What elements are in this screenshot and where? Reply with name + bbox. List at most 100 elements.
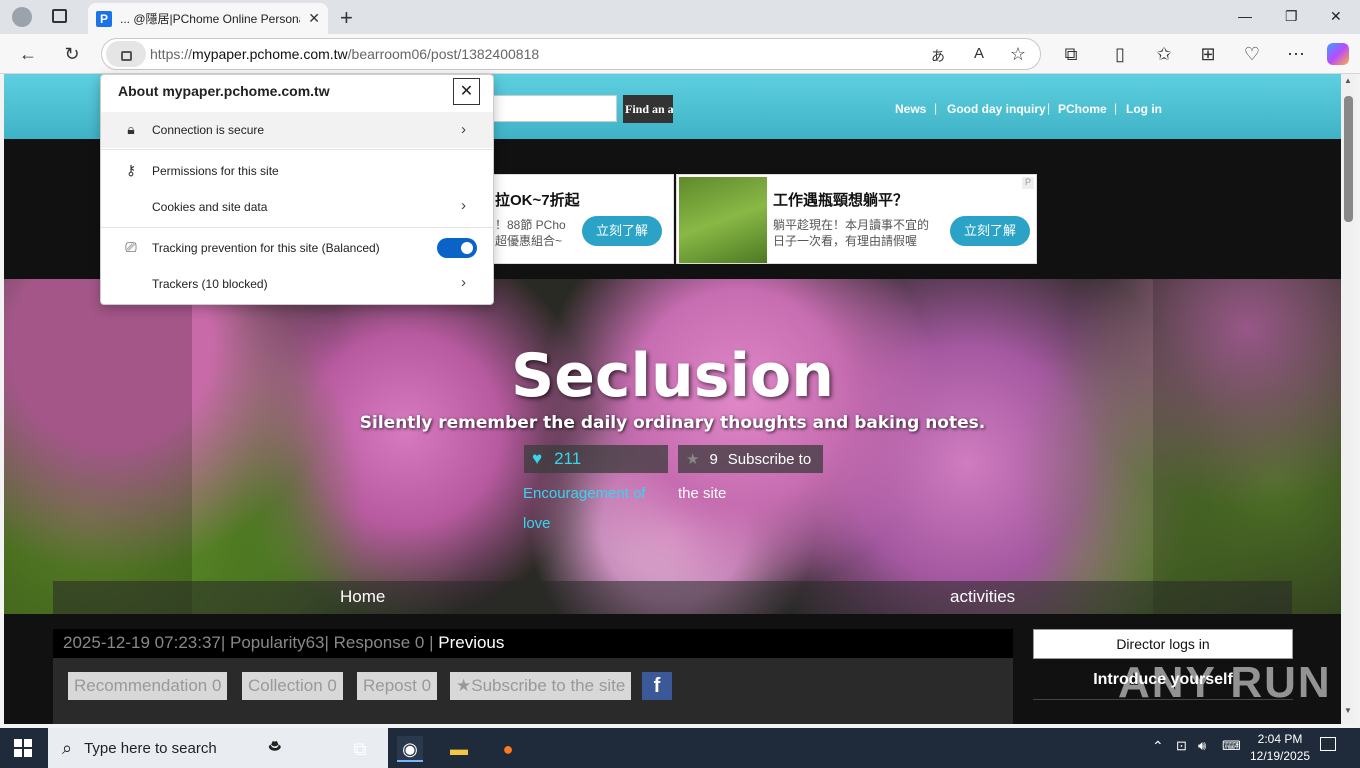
edge-icon[interactable]: ◉ [397, 736, 423, 762]
system-clock[interactable]: 2:04 PM 12/19/2025 [1250, 731, 1310, 765]
copilot-icon[interactable] [1327, 43, 1349, 65]
start-icon[interactable] [14, 739, 32, 757]
ad-title: 工作遇瓶頸想躺平？ [773, 192, 909, 209]
subscribe-label-continued[interactable]: the site [678, 479, 726, 509]
site-title: Seclusion [511, 341, 834, 411]
back-icon[interactable]: ← [17, 44, 39, 65]
taskbar-search[interactable]: ⌕ Type here to search 🎩︎ [48, 728, 388, 768]
split-screen-icon[interactable]: ▯ [1109, 44, 1131, 65]
clock-time: 2:04 PM [1257, 732, 1303, 746]
ad-button[interactable]: 立刻了解 [582, 216, 662, 246]
repost-button[interactable]: Repost 0 [357, 672, 438, 700]
collections-icon[interactable]: ⊞ [1197, 44, 1219, 65]
site-info-button[interactable] [106, 41, 146, 67]
volume-icon[interactable]: 🔊︎ [1198, 738, 1206, 754]
firefox-icon[interactable]: ● [495, 736, 521, 762]
extensions-icon[interactable]: ⧉ [1060, 44, 1082, 65]
lock-icon: 🔒︎ [127, 121, 135, 137]
search-icon: ⌕ [62, 737, 73, 758]
director-login-button[interactable]: Director logs in [1033, 629, 1293, 659]
post-meta: 2025-12-19 07:23:37| Popularity63| Respo… [53, 629, 1013, 659]
link-separator: | [1114, 101, 1118, 115]
read-aloud-icon[interactable]: A [968, 45, 990, 62]
translate-icon[interactable]: あ [927, 46, 949, 66]
scroll-down-icon[interactable]: ▼ [1344, 706, 1352, 715]
favorites-icon[interactable]: ✩ [1153, 44, 1175, 65]
ad-image[interactable] [679, 177, 767, 263]
ad-choices-icon[interactable]: P [1022, 177, 1034, 189]
favorite-star-icon[interactable]: ☆ [1007, 44, 1029, 65]
minimize-icon[interactable]: — [1238, 8, 1252, 24]
link-separator: | [1047, 101, 1051, 115]
scrollbar-thumb[interactable] [1344, 96, 1353, 222]
new-tab-icon[interactable]: + [340, 5, 353, 31]
advertisement[interactable]: 工作遇瓶頸想躺平？ 躺平趁現在！本月讀事不宜的 日子一次看，有理由請假喔 立刻了… [676, 174, 1037, 264]
site-search-input[interactable] [484, 95, 617, 122]
restore-icon[interactable]: ❐ [1285, 8, 1298, 25]
log-in-link[interactable]: Log in [1126, 102, 1162, 116]
notifications-icon[interactable] [1320, 737, 1336, 751]
news-link[interactable]: News [895, 102, 926, 116]
divider [101, 227, 493, 228]
performance-icon[interactable]: ♡ [1241, 44, 1263, 65]
recommendation-button[interactable]: Recommendation 0 [68, 672, 228, 700]
search-highlight-icon: 🎩︎ [268, 736, 281, 758]
subscribe-site-button[interactable]: ★Subscribe to the site [450, 672, 632, 700]
task-view-icon[interactable]: ⧉ [347, 736, 373, 762]
cookies-item[interactable]: Cookies and site data [101, 189, 493, 225]
tab-actions-icon[interactable] [52, 9, 67, 23]
close-tab-icon[interactable]: ✕ [308, 10, 320, 27]
find-button[interactable]: Find an a [623, 95, 673, 123]
facebook-share-icon[interactable]: f [642, 672, 672, 700]
browser-tab[interactable]: P ... @隱居|PChome Online Personal ✕ [88, 3, 328, 34]
ad-text: 日子一次看，有理由請假喔 [773, 234, 918, 248]
previous-link[interactable]: Previous [438, 633, 504, 652]
ad-text: ！88節 PCho [495, 218, 566, 232]
pchome-favicon-icon: P [96, 10, 112, 27]
menu-home[interactable]: Home [340, 587, 385, 607]
divider [101, 149, 493, 150]
popup-title: About mypaper.pchome.com.tw [118, 83, 330, 99]
url-text: https://mypaper.pchome.com.tw/bearroom06… [150, 46, 540, 62]
pchome-link[interactable]: PChome [1058, 102, 1107, 116]
subscribe-label: Subscribe to [727, 450, 812, 468]
chevron-up-icon[interactable]: ⌃ [1152, 738, 1164, 755]
close-window-icon[interactable]: ✕ [1330, 8, 1342, 25]
profile-icon[interactable] [12, 7, 32, 27]
banner-side [4, 279, 192, 614]
file-explorer-icon[interactable]: ▬ [446, 736, 472, 762]
site-banner: Seclusion Silently remember the daily or… [4, 279, 1341, 614]
ad-text: 躺平趁現在！本月讀事不宜的 [773, 218, 930, 232]
permissions-label: Permissions for this site [152, 164, 279, 178]
cookies-label: Cookies and site data [152, 200, 268, 214]
lock-icon [120, 50, 132, 61]
tracking-label: Tracking prevention for this site (Balan… [152, 241, 380, 255]
more-options-icon[interactable]: ⋯ [1285, 44, 1307, 65]
menu-activities[interactable]: activities [950, 587, 1015, 607]
watermark: ANY RUN [1118, 658, 1332, 707]
star-icon: ★ [686, 451, 700, 468]
chevron-right-icon: › [461, 121, 466, 138]
scroll-up-icon[interactable]: ▲ [1344, 76, 1352, 85]
post-actions: Recommendation 0 Collection 0 Repost 0 ★… [53, 658, 1013, 724]
collection-button[interactable]: Collection 0 [242, 672, 343, 700]
subscribe-counter[interactable]: ★ 9 Subscribe to [678, 445, 823, 473]
tab-title: ... @隱居|PChome Online Personal [120, 12, 301, 26]
post-meta-text: 2025-12-19 07:23:37| Popularity63| Respo… [63, 633, 439, 652]
advertisement[interactable]: 拉OK~7折起 ！88節 PCho 超優惠組合~ 立刻了解 [492, 174, 674, 264]
popup-close-icon[interactable]: ✕ [453, 78, 480, 105]
network-icon[interactable]: ⊡ [1176, 738, 1187, 754]
site-subtitle: Silently remember the daily ordinary tho… [359, 413, 986, 433]
good-day-inquiry-link[interactable]: Good day inquiry [947, 102, 1046, 116]
tracking-toggle[interactable] [437, 238, 477, 258]
trackers-item[interactable]: Trackers (10 blocked) [101, 266, 493, 302]
ad-button[interactable]: 立刻了解 [950, 216, 1030, 246]
like-label[interactable]: Encouragement of love [523, 479, 663, 539]
connection-secure-item[interactable]: Connection is secure [101, 112, 493, 148]
keyboard-icon[interactable]: ⌨ [1222, 738, 1241, 754]
ad-title: 拉OK~7折起 [495, 192, 580, 209]
refresh-icon[interactable]: ↻ [61, 44, 83, 65]
connection-label: Connection is secure [152, 123, 265, 137]
like-counter[interactable]: ♥ 211 [524, 445, 668, 473]
tracking-icon: ⎚ [125, 239, 137, 255]
